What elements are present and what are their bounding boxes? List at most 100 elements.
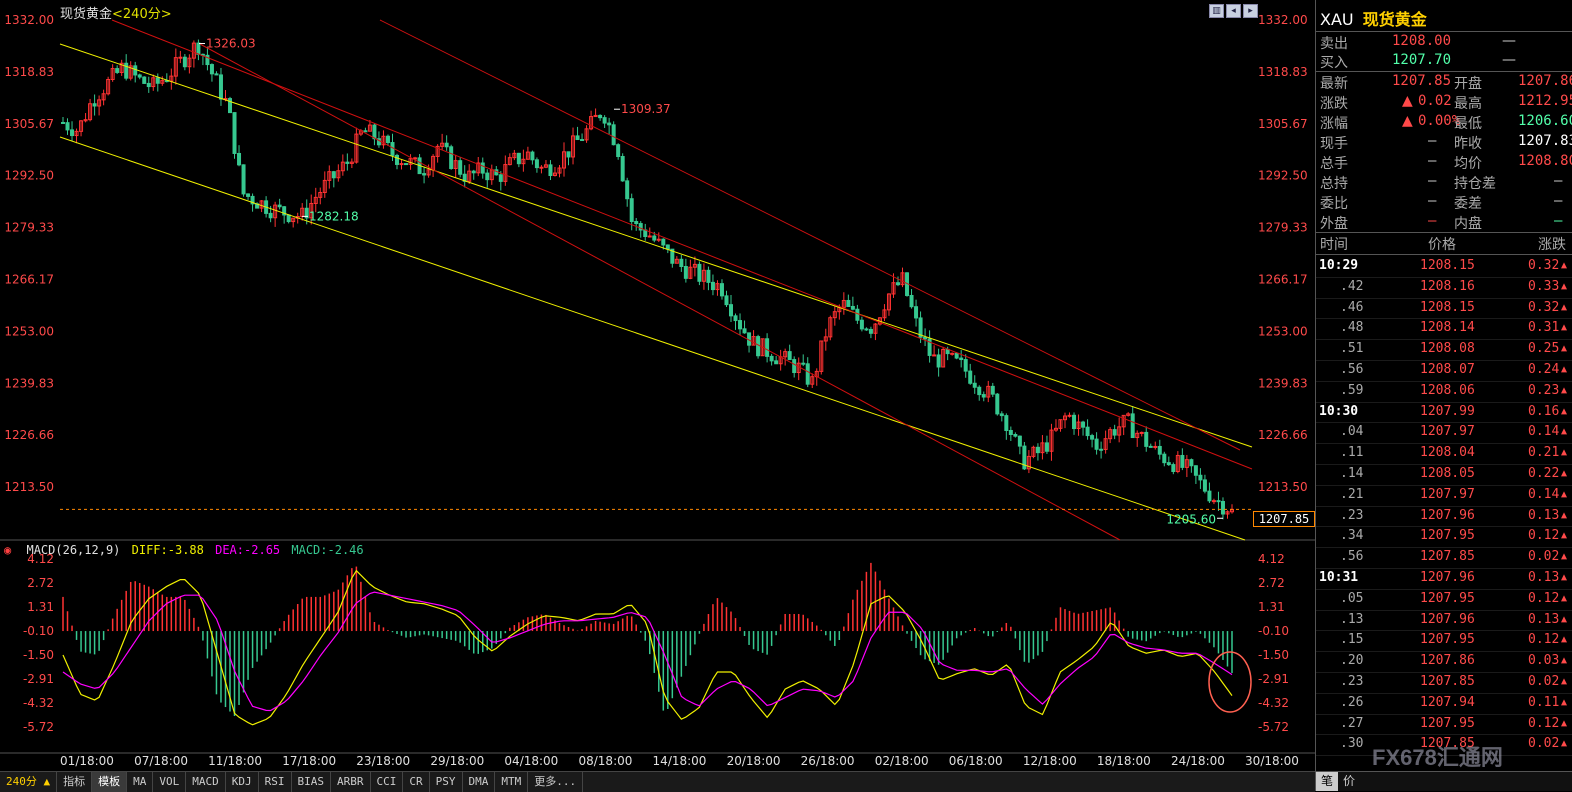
stat-value: — [1554, 173, 1563, 189]
candlestick [395, 153, 399, 170]
tick-change: 0.12 [1528, 715, 1560, 731]
xaxis-tick: 01/18:00 [60, 754, 114, 768]
macd-yaxis-left-tick: 1.31 [27, 600, 54, 614]
macd-yaxis-right-tick: -2.91 [1258, 672, 1289, 686]
tick-header-time: 时间 [1320, 237, 1348, 253]
trend-line[interactable] [59, 136, 1246, 541]
candlestick [282, 205, 287, 224]
tick-price: 1207.97 [1420, 486, 1475, 502]
indicator-toolbar: 240分 ▲ 指标 模板 MA VOL MACD KDJ RSI BIAS ARBR CCI CR P… [0, 771, 1315, 792]
tick-time: .42 [1340, 278, 1364, 294]
candlestick [1067, 412, 1072, 418]
candlestick [981, 391, 986, 402]
candlestick [792, 356, 797, 378]
stat-value: 1207.83 [1518, 133, 1572, 149]
tab-prices[interactable]: 价 [1338, 772, 1360, 791]
up-arrow-icon: ▲ [1561, 405, 1568, 417]
stat-value: 1207.85 [1392, 73, 1452, 89]
toolbar-item-7[interactable]: BIAS [292, 772, 331, 792]
stat-label: 涨跌 [1320, 96, 1348, 112]
tick-time: .23 [1340, 674, 1364, 689]
candlestick [1225, 510, 1230, 519]
candlestick [1211, 498, 1216, 505]
trend-line[interactable] [111, 19, 1253, 470]
low-marker: 1205.60 [1166, 512, 1223, 526]
candlestick [765, 333, 770, 363]
candlestick [539, 165, 544, 174]
tick-price: 1208.14 [1420, 320, 1475, 336]
up-arrow-icon: ▲ [1561, 384, 1568, 396]
toolbar-item-13[interactable]: MTM [495, 772, 529, 792]
candlestick [932, 345, 937, 357]
zoom-icon[interactable]: ▥ [1209, 4, 1224, 18]
trend-line[interactable] [379, 19, 1241, 451]
candlestick [1108, 427, 1113, 444]
candlestick [566, 151, 571, 166]
trend-line[interactable] [199, 43, 1121, 541]
candlestick [828, 315, 833, 341]
candlestick [963, 354, 968, 378]
period-selector[interactable]: 240分 ▲ [0, 772, 58, 792]
candlestick [214, 71, 219, 76]
toolbar-item-6[interactable]: RSI [259, 772, 292, 792]
candlestick [841, 292, 846, 315]
toolbar-item-9[interactable]: CCI [371, 772, 404, 792]
candlestick [228, 96, 232, 114]
toolbar-item-14[interactable]: 更多... [528, 772, 584, 792]
chart-area[interactable]: 1326.03 1282.18 1309.37 1205.60 1332.00 1332… [0, 0, 1315, 771]
tick-change: 0.23 [1528, 382, 1560, 398]
up-arrow-icon: ▲ [1561, 280, 1568, 292]
instrument-name: 现货黄金 [60, 7, 113, 22]
candlestick [1166, 456, 1171, 466]
toolbar-item-1[interactable]: 模板 [92, 772, 128, 792]
tick-row: .20 1207.86 0.03 ▲ [1316, 651, 1572, 673]
candlestick [286, 214, 291, 224]
tick-row: .14 1208.05 0.22 ▲ [1316, 464, 1572, 486]
candlestick [106, 76, 111, 96]
toolbar-item-8[interactable]: ARBR [331, 772, 371, 792]
toolbar-item-12[interactable]: DMA [463, 772, 496, 792]
toolbar-item-4[interactable]: MACD [186, 772, 226, 792]
candlestick [823, 328, 828, 351]
candlestick [873, 323, 878, 341]
toolbar-item-10[interactable]: CR [403, 772, 430, 792]
tick-change: 0.14 [1528, 424, 1560, 440]
toolbar-item-11[interactable]: PSY [430, 772, 463, 792]
xaxis-tick: 11/18:00 [208, 754, 262, 768]
candlestick [241, 164, 246, 197]
candlestick [1180, 448, 1185, 471]
candlestick [783, 348, 788, 366]
tick-time: .05 [1340, 590, 1364, 606]
candlestick [503, 155, 508, 186]
candlestick [1171, 462, 1176, 475]
candlestick [1044, 435, 1049, 454]
candlestick [1040, 435, 1045, 460]
candlestick [237, 145, 242, 167]
tick-change: 0.32 [1528, 299, 1560, 315]
sell-price: 1208.00 [1392, 33, 1452, 49]
up-arrow-icon: ▲ [1561, 592, 1568, 604]
tick-price: 1207.99 [1420, 403, 1475, 419]
macd-marker-icon: ◉ [4, 543, 12, 557]
macd-yaxis-right-tick: 4.12 [1258, 552, 1285, 566]
toolbar-item-3[interactable]: VOL [153, 772, 187, 792]
symbol-code: XAU [1320, 10, 1354, 29]
candlestick [164, 73, 169, 83]
stat-value: 0.02 [1418, 93, 1452, 109]
macd-yaxis-left-tick: 2.72 [27, 576, 54, 590]
stat-label: 总手 [1320, 156, 1348, 172]
macd-yaxis-right-tick: 2.72 [1258, 576, 1285, 590]
prev-icon[interactable]: ◂ [1226, 4, 1241, 18]
toolbar-item-0[interactable]: 指标 [57, 772, 93, 792]
candlestick [1144, 426, 1149, 452]
tab-trades[interactable]: 笔 [1316, 772, 1338, 791]
tick-time: .59 [1340, 382, 1364, 398]
toolbar-item-5[interactable]: KDJ [226, 772, 259, 792]
candlestick [787, 344, 792, 361]
yaxis-right-tick: 1213.50 [1258, 480, 1308, 494]
xaxis-tick: 17/18:00 [282, 754, 336, 768]
next-icon[interactable]: ▸ [1243, 4, 1258, 18]
tick-row: .56 1208.07 0.24 ▲ [1316, 360, 1572, 382]
toolbar-item-2[interactable]: MA [127, 772, 154, 792]
tick-price: 1207.96 [1420, 611, 1475, 627]
